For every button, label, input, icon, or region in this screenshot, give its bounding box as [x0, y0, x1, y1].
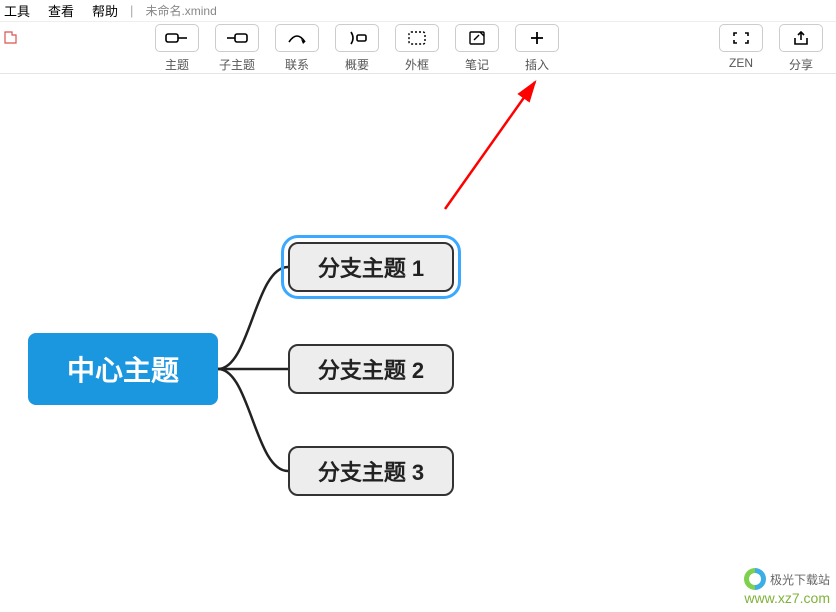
- zen-label: ZEN: [729, 56, 753, 70]
- outline-icon[interactable]: [4, 30, 18, 47]
- menu-help[interactable]: 帮助: [92, 1, 118, 20]
- subtopic-button[interactable]: 子主题: [210, 22, 264, 73]
- watermark-logo-icon: [744, 568, 766, 590]
- expand-icon: [719, 24, 763, 52]
- summary-label: 概要: [345, 56, 369, 73]
- insert-button[interactable]: 插入: [510, 22, 564, 73]
- menu-tools[interactable]: 工具: [4, 1, 30, 20]
- topic-label: 主题: [165, 56, 189, 73]
- note-icon: [455, 24, 499, 52]
- insert-label: 插入: [525, 56, 549, 73]
- boundary-label: 外框: [405, 56, 429, 73]
- central-topic[interactable]: 中心主题: [28, 333, 218, 405]
- watermark-name: 极光下载站: [770, 571, 830, 588]
- share-button[interactable]: 分享: [774, 22, 828, 73]
- subtopic-icon: [215, 24, 259, 52]
- toolbar-main-group: 主题 子主题 联系 概要 外框: [150, 22, 564, 73]
- branch-topic-1[interactable]: 分支主题 1: [288, 242, 454, 292]
- watermark: 极光下载站 www.xz7.com: [744, 568, 830, 606]
- topic-button[interactable]: 主题: [150, 22, 204, 73]
- watermark-logo: 极光下载站: [744, 568, 830, 590]
- menu-divider: |: [130, 3, 133, 18]
- share-icon: [779, 24, 823, 52]
- watermark-url: www.xz7.com: [744, 590, 830, 606]
- mindmap-canvas[interactable]: 中心主题 分支主题 1 分支主题 2 分支主题 3 极光下载站 www.xz7.…: [0, 74, 836, 612]
- boundary-button[interactable]: 外框: [390, 22, 444, 73]
- summary-icon: [335, 24, 379, 52]
- share-label: 分享: [789, 56, 813, 73]
- relation-button[interactable]: 联系: [270, 22, 324, 73]
- branch-topic-2[interactable]: 分支主题 2: [288, 344, 454, 394]
- menu-view[interactable]: 查看: [48, 1, 74, 20]
- document-filename: 未命名.xmind: [145, 2, 216, 19]
- relation-icon: [275, 24, 319, 52]
- annotation-arrow: [430, 74, 560, 214]
- plus-icon: [515, 24, 559, 52]
- subtopic-label: 子主题: [219, 56, 255, 73]
- relation-label: 联系: [285, 56, 309, 73]
- zen-button[interactable]: ZEN: [714, 22, 768, 73]
- note-label: 笔记: [465, 56, 489, 73]
- topic-icon: [155, 24, 199, 52]
- toolbar: 主题 子主题 联系 概要 外框: [0, 22, 836, 74]
- note-button[interactable]: 笔记: [450, 22, 504, 73]
- summary-button[interactable]: 概要: [330, 22, 384, 73]
- branch-topic-3[interactable]: 分支主题 3: [288, 446, 454, 496]
- menubar: 工具 查看 帮助 | 未命名.xmind: [0, 0, 836, 22]
- boundary-icon: [395, 24, 439, 52]
- toolbar-right-group: ZEN 分享: [714, 22, 828, 73]
